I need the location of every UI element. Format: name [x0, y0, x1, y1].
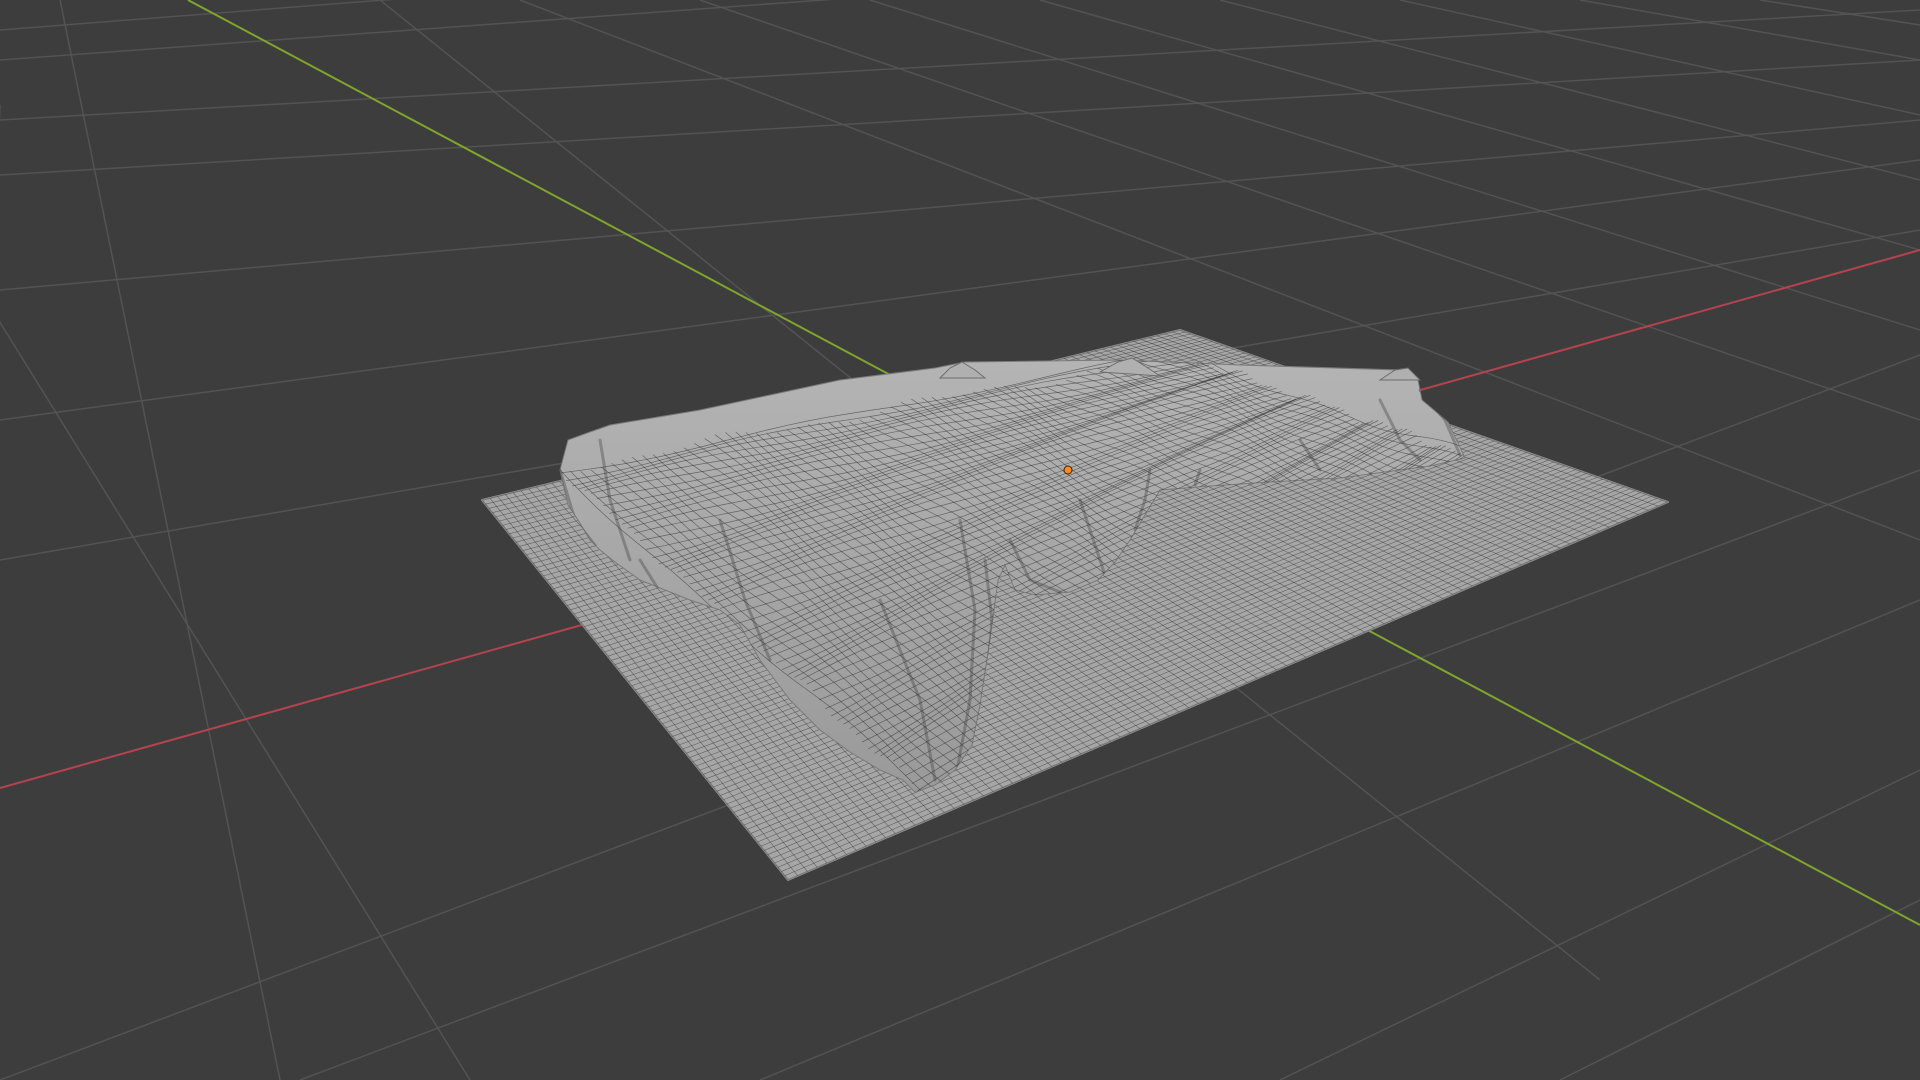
grid-line: [59, 0, 281, 1080]
viewport-canvas[interactable]: [0, 0, 1920, 1080]
grid-line: [1219, 0, 1920, 181]
grid-line: [1759, 0, 1920, 26]
grid-line: [699, 0, 1920, 421]
object-origin-icon[interactable]: [1063, 465, 1073, 475]
3d-viewport[interactable]: [0, 0, 1920, 1080]
grid-line: [0, 0, 394, 31]
grid-line: [0, 9, 1920, 121]
grid-line: [0, 59, 1920, 176]
terrain-mesh[interactable]: [481, 329, 1669, 881]
grid-line: [1399, 0, 1920, 116]
grid-line: [1559, 899, 1920, 1080]
grid-line: [0, 320, 471, 1080]
grid-line: [0, 119, 1920, 291]
grid-line: [1039, 0, 1920, 251]
grid-line: [1279, 769, 1920, 1080]
